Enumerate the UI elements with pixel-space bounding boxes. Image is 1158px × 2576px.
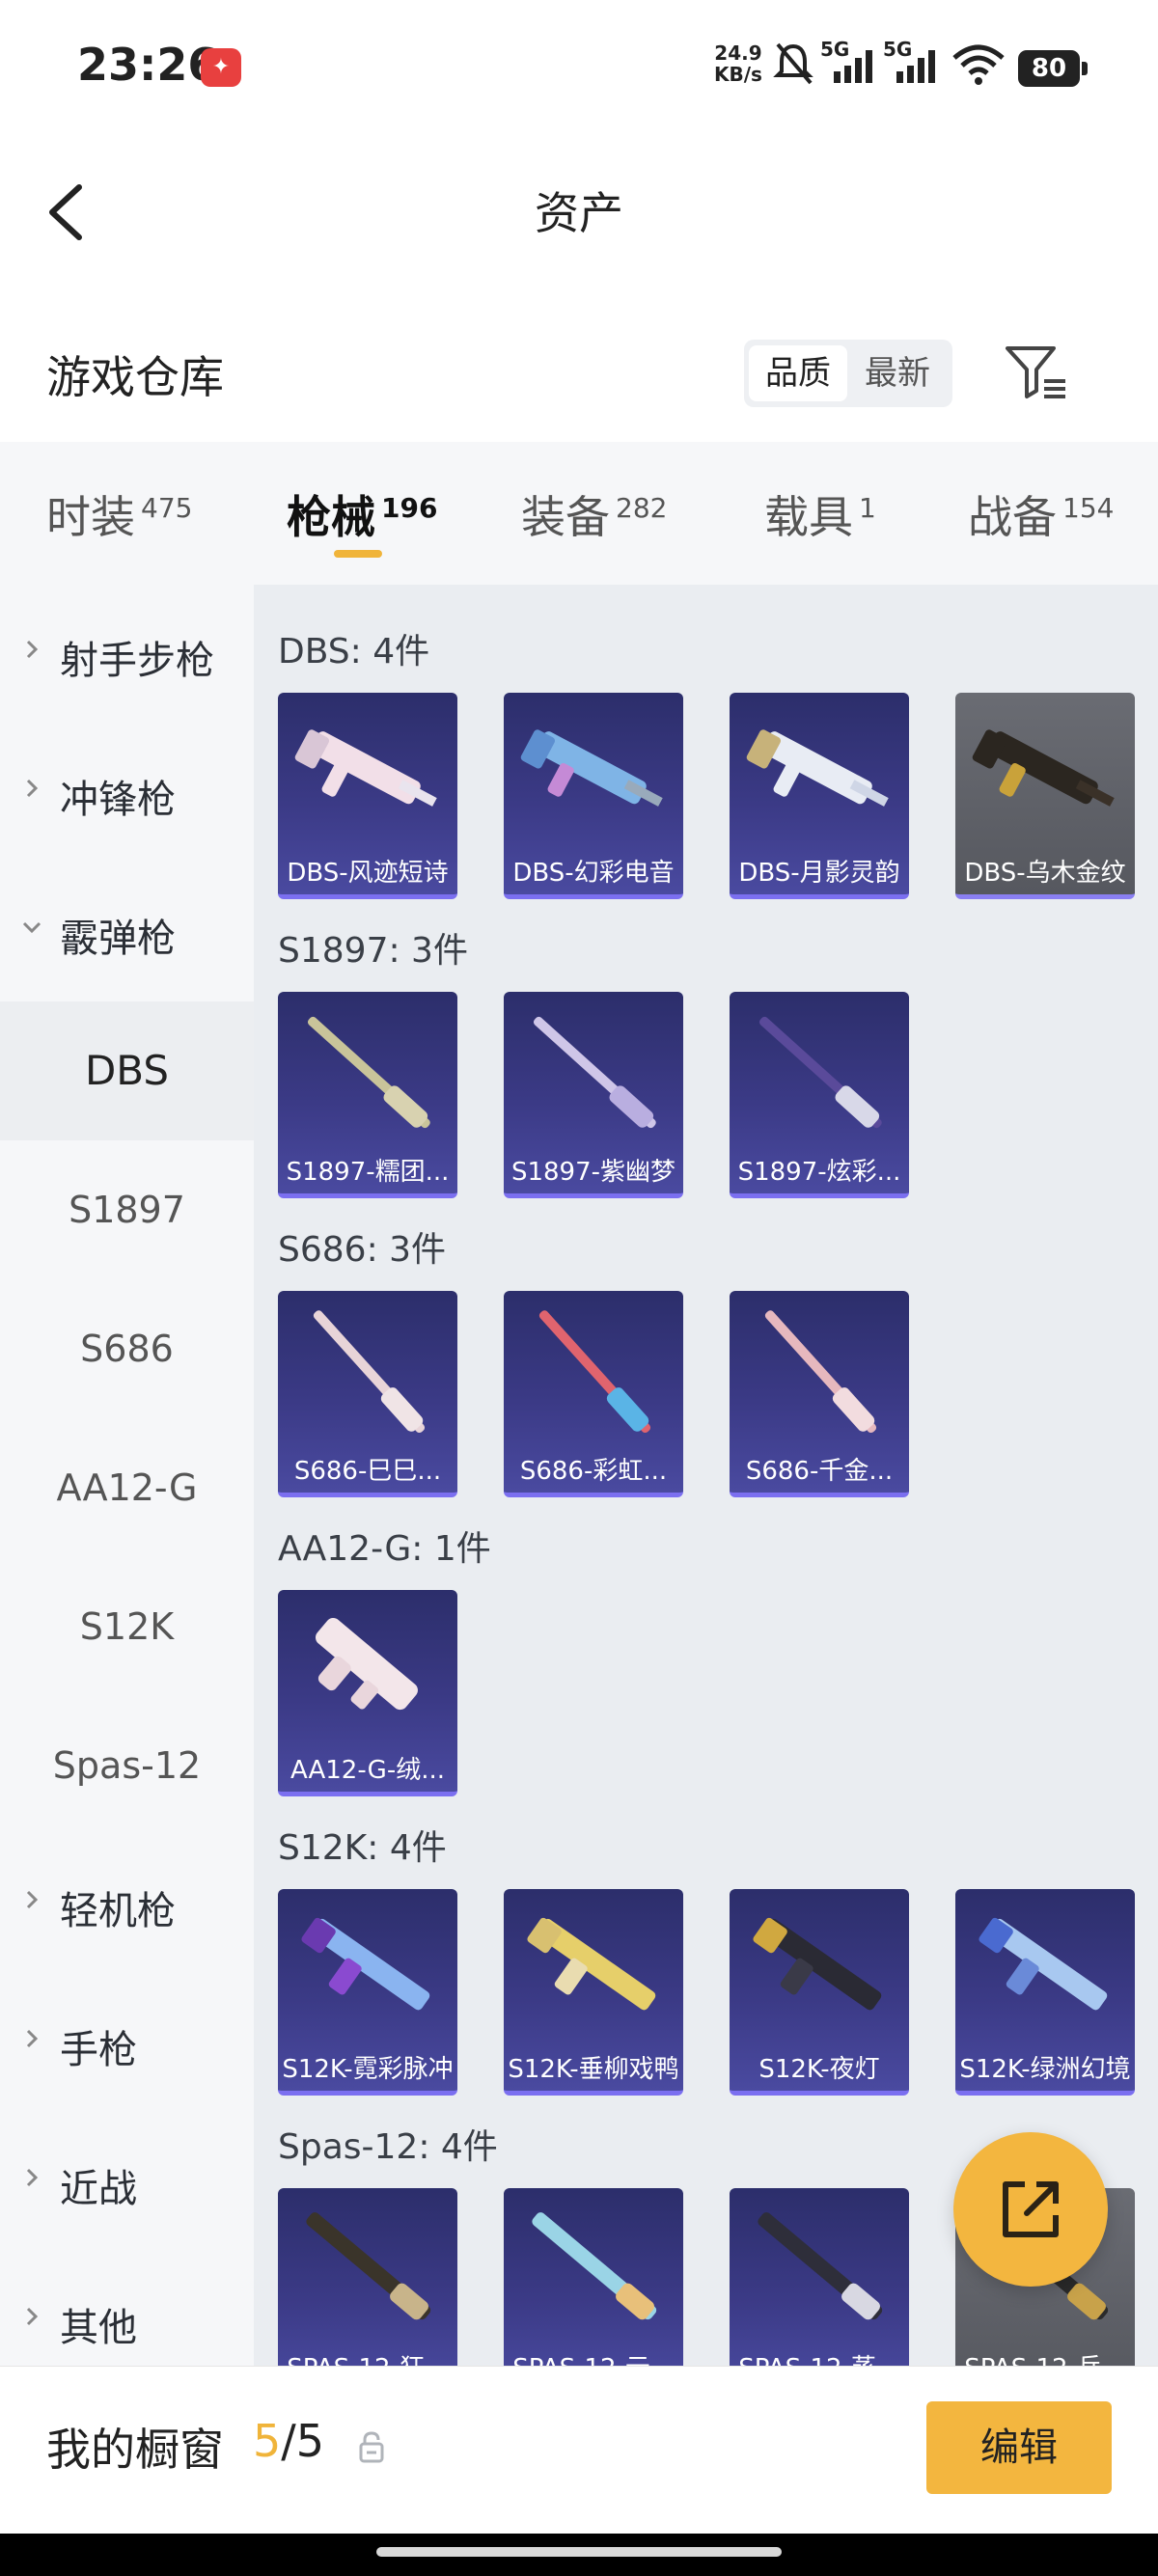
group-title-dbs: DBS: 4件: [278, 632, 430, 671]
shotgun-skin-image: [758, 1016, 882, 1129]
shotgun-skin-image: [764, 1310, 877, 1434]
tab-vehicles[interactable]: 载具 1: [764, 482, 876, 546]
shotgun-skin-image: [972, 729, 1115, 807]
chevron-right-icon: [26, 2168, 39, 2187]
weapon-card[interactable]: S686-巳巳...: [278, 1291, 457, 1497]
svg-text:5G: 5G: [820, 39, 849, 61]
sort-latest-button[interactable]: 最新: [848, 345, 947, 401]
shotgun-skin-image: [313, 1310, 426, 1434]
shotgun-skin-image: [758, 2212, 883, 2320]
sidebar-category-melee[interactable]: 近战: [0, 2113, 254, 2252]
sidebar-category-lmg[interactable]: 轻机枪: [0, 1835, 254, 1974]
battery-indicator: 80: [1018, 50, 1088, 87]
weapon-card[interactable]: S686-千金...: [730, 1291, 909, 1497]
shotgun-skin-image: [532, 2212, 657, 2320]
weapon-card[interactable]: S686-彩虹...: [504, 1291, 683, 1497]
weapon-card[interactable]: DBS-月影灵韵: [730, 693, 909, 899]
shotgun-skin-image: [301, 1917, 430, 2011]
chevron-right-icon: [26, 640, 39, 659]
group-title-spas12: Spas-12: 4件: [278, 2127, 498, 2167]
shotgun-skin-image: [527, 1917, 656, 2011]
chevron-right-icon: [26, 2029, 39, 2048]
shotgun-skin-image: [533, 1016, 656, 1129]
filter-icon[interactable]: [1004, 343, 1069, 404]
notification-app-icon: ✦: [201, 48, 241, 87]
sidebar-item-s686[interactable]: S686: [0, 1279, 254, 1418]
active-tab-indicator: [334, 550, 382, 558]
tab-fashion[interactable]: 时装 475: [46, 482, 192, 546]
shotgun-skin-image: [538, 1310, 651, 1434]
warehouse-title: 游戏仓库: [46, 351, 224, 403]
sidebar-item-s12k[interactable]: S12K: [0, 1557, 254, 1696]
shotgun-skin-image: [746, 729, 889, 807]
group-title-s1897: S1897: 3件: [278, 931, 468, 971]
tab-tactical[interactable]: 战备 154: [968, 482, 1114, 546]
group-title-s12k: S12K: 4件: [278, 1828, 447, 1868]
shotgun-skin-image: [306, 2212, 431, 2320]
sort-toggle: 品质 最新: [744, 340, 952, 407]
weapon-card[interactable]: SPAS-12-蒸...: [730, 2188, 909, 2366]
edit-button[interactable]: 编辑: [926, 2401, 1112, 2494]
sidebar-item-aa12g[interactable]: AA12-G: [0, 1418, 254, 1557]
sidebar-item-s1897[interactable]: S1897: [0, 1140, 254, 1279]
showcase-title: 我的橱窗: [46, 2424, 224, 2476]
weapon-card[interactable]: S1897-紫幽梦: [504, 992, 683, 1198]
sidebar-category-shotgun[interactable]: 霰弹枪: [0, 863, 254, 1001]
weapon-card[interactable]: DBS-风迹短诗: [278, 693, 457, 899]
weapon-grid: DBS: 4件 DBS-风迹短诗 DBS-幻彩电音 DBS-月影灵韵 DBS-乌…: [254, 585, 1158, 2366]
weapon-sidebar: 射手步枪 冲锋枪 霰弹枪 DBS S1897 S686 AA12-G S12K …: [0, 585, 254, 2366]
chevron-down-icon: [22, 921, 41, 934]
weapon-card[interactable]: S12K-霓彩脉冲: [278, 1889, 457, 2096]
sidebar-item-spas12[interactable]: Spas-12: [0, 1696, 254, 1835]
chevron-right-icon: [26, 1890, 39, 1909]
page-title: 资产: [535, 187, 623, 239]
shotgun-skin-image: [520, 729, 663, 807]
weapon-card[interactable]: SPAS-12-狂...: [278, 2188, 457, 2366]
weapon-card[interactable]: S1897-糯团...: [278, 992, 457, 1198]
share-button[interactable]: [953, 2132, 1108, 2287]
tab-equipment[interactable]: 装备 282: [521, 482, 667, 546]
sort-quality-button[interactable]: 品质: [749, 345, 847, 401]
sidebar-category-marksman-rifle[interactable]: 射手步枪: [0, 585, 254, 724]
weapon-card[interactable]: S12K-夜灯: [730, 1889, 909, 2096]
wifi-icon: [952, 44, 1005, 85]
external-link-icon: [1003, 2181, 1059, 2237]
category-tabs: 时装 475 枪械 196 装备 282 载具 1 战备 154: [0, 442, 1158, 585]
weapon-card[interactable]: AA12-G-绒...: [278, 1590, 457, 1796]
lock-icon: [359, 2431, 384, 2463]
sidebar-category-pistol[interactable]: 手枪: [0, 1974, 254, 2113]
signal-5g-2-icon: 5G: [883, 39, 935, 83]
weapon-card[interactable]: DBS-乌木金纹: [955, 693, 1135, 899]
shotgun-skin-image: [294, 729, 437, 807]
showcase-bar: 我的橱窗 5/5 编辑: [0, 2366, 1158, 2534]
group-title-aa12g: AA12-G: 1件: [278, 1529, 491, 1569]
sidebar-item-dbs[interactable]: DBS: [0, 1001, 254, 1140]
chevron-right-icon: [26, 2307, 39, 2326]
chevron-right-icon: [26, 779, 39, 798]
shotgun-skin-image: [979, 1917, 1108, 2011]
signal-5g-icon: 5G: [820, 39, 872, 83]
status-time: 23:26: [77, 39, 219, 91]
mute-bell-icon: [773, 42, 813, 85]
group-title-s686: S686: 3件: [278, 1230, 447, 1270]
shotgun-skin-image: [307, 1016, 430, 1129]
network-speed: 24.9 KB/s: [714, 41, 762, 86]
tab-weapons[interactable]: 枪械 196: [287, 482, 437, 546]
weapon-card[interactable]: DBS-幻彩电音: [504, 693, 683, 899]
svg-text:5G: 5G: [883, 39, 912, 61]
weapon-card[interactable]: SPAS-12-云...: [504, 2188, 683, 2366]
weapon-card[interactable]: S12K-垂柳戏鸭: [504, 1889, 683, 2096]
sidebar-category-smg[interactable]: 冲锋枪: [0, 724, 254, 863]
showcase-count: 5/5: [253, 2415, 325, 2467]
shotgun-skin-image: [316, 1617, 418, 1711]
shotgun-skin-image: [753, 1917, 882, 2011]
status-bar: 23:26 ✦ 24.9 KB/s 5G 5G 80: [0, 0, 1158, 135]
weapon-card[interactable]: S12K-绿洲幻境: [955, 1889, 1135, 2096]
home-indicator[interactable]: [376, 2547, 782, 2557]
weapon-card[interactable]: S1897-炫彩...: [730, 992, 909, 1198]
